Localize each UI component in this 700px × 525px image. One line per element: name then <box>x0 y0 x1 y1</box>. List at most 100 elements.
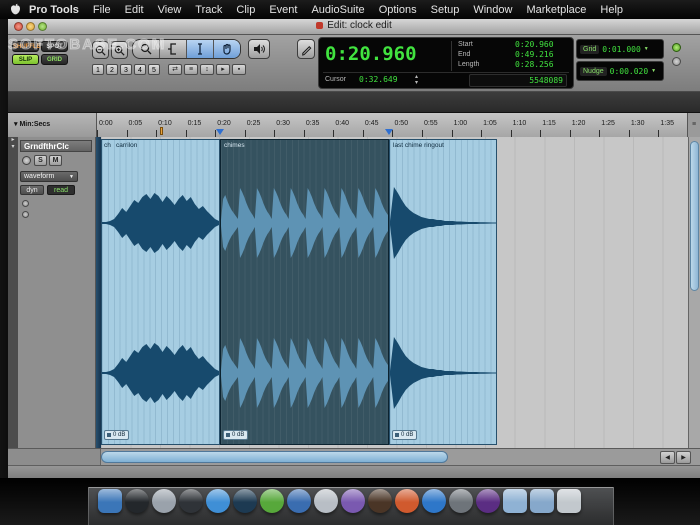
solo-button[interactable]: S <box>34 155 47 166</box>
pro-tools-icon[interactable] <box>476 489 500 513</box>
track-list-strip[interactable]: ▸ ▾ <box>8 137 18 448</box>
menu-item[interactable]: Pro Tools <box>29 4 79 16</box>
app-icon-purple[interactable] <box>341 489 365 513</box>
menu-item[interactable]: Help <box>600 4 623 16</box>
trash-icon[interactable] <box>557 489 581 513</box>
track-option-dot[interactable] <box>22 211 29 218</box>
spot-mode-button[interactable]: SPOT <box>41 41 68 52</box>
sub-counter-value[interactable]: 5548089 <box>529 76 563 85</box>
app-icon-dark[interactable] <box>179 489 203 513</box>
menu-item[interactable]: Event <box>269 4 297 16</box>
selection-end-marker[interactable] <box>385 129 393 135</box>
trim-tool-button[interactable] <box>160 40 187 58</box>
toolbar-toggle-button[interactable]: ⇄ <box>168 64 182 75</box>
menu-item[interactable]: Track <box>195 4 222 16</box>
zoomer-tool-button[interactable] <box>133 40 160 58</box>
itunes-icon[interactable] <box>260 489 284 513</box>
timeline-ruler[interactable]: ▾ Min:Secs 0:00 0:05 0:10 0:15 0:20 0:25 0:30 0… <box>8 113 700 138</box>
mute-button[interactable]: M <box>49 155 62 166</box>
record-enable-button[interactable] <box>22 156 31 165</box>
read-mode-button[interactable]: read <box>47 185 75 195</box>
nudge-dropdown-arrow[interactable]: ▼ <box>651 68 656 74</box>
selector-tool-button[interactable] <box>187 40 214 58</box>
scrubber-tool-button[interactable] <box>248 39 270 59</box>
track-name[interactable]: GrndfthrClc <box>20 140 92 152</box>
dashboard-icon[interactable] <box>125 489 149 513</box>
scroll-right-button[interactable]: ▶ <box>676 451 691 464</box>
folder-icon[interactable] <box>503 489 527 513</box>
finder-icon[interactable] <box>98 489 122 513</box>
track-option-dot[interactable] <box>22 200 29 207</box>
grabber-tool-button[interactable] <box>214 40 240 58</box>
horizontal-scroll-thumb[interactable] <box>101 451 448 463</box>
grid-value[interactable]: 0:01.000 <box>602 45 641 54</box>
menu-item[interactable]: Window <box>473 4 512 16</box>
grid-label[interactable]: Grid <box>580 44 600 54</box>
app-icon-navy[interactable] <box>233 489 257 513</box>
toolbar-toggle-button[interactable]: ▪ <box>232 64 246 75</box>
zoom-in-button[interactable] <box>111 41 128 59</box>
menu-item[interactable]: Clip <box>236 4 255 16</box>
clip-gain-badge[interactable]: 0 dB <box>223 430 249 440</box>
launchpad-icon[interactable] <box>152 489 176 513</box>
nudge-display: Nudge 0:00.020 ▼ <box>576 61 664 81</box>
menu-item[interactable]: Marketplace <box>526 4 586 16</box>
ruler-tick: 1:20 <box>569 113 600 137</box>
toolbar-toggle-button[interactable]: ▸ <box>216 64 230 75</box>
nudge-value[interactable]: 0:00.020 <box>610 67 649 76</box>
app-icon-gray[interactable] <box>449 489 473 513</box>
app-icon-orange[interactable] <box>395 489 419 513</box>
menu-item[interactable]: View <box>158 4 182 16</box>
end-value[interactable]: 0:49.216 <box>515 50 554 59</box>
ruler-options-button[interactable]: ≡ <box>687 113 700 137</box>
slip-mode-button[interactable]: SLIP <box>12 54 39 65</box>
main-time-counter[interactable]: 0:20.960 <box>325 43 417 65</box>
audio-region-ringout[interactable]: last chime ringout 0 dB <box>389 139 497 445</box>
toolbar-toggle-button[interactable]: ≡ <box>184 64 198 75</box>
audio-region-chimes-selected[interactable]: chimes 0 dB <box>220 139 389 445</box>
toolbar-toggle-button[interactable]: ↕ <box>200 64 214 75</box>
ruler-tick: 0:25 <box>244 113 275 137</box>
memory-location-marker[interactable] <box>160 127 163 135</box>
vertical-scrollbar[interactable] <box>688 137 700 448</box>
zoom-preset-button[interactable]: 4 <box>134 64 146 75</box>
menu-item[interactable]: AudioSuite <box>311 4 364 16</box>
garageband-icon[interactable] <box>368 489 392 513</box>
app-icon-azure[interactable] <box>422 489 446 513</box>
zoom-preset-button[interactable]: 1 <box>92 64 104 75</box>
counter-arrows[interactable]: ▴ ▾ <box>415 74 418 86</box>
nudge-label[interactable]: Nudge <box>580 66 607 76</box>
length-value[interactable]: 0:28.256 <box>515 60 554 69</box>
apple-menu-icon[interactable] <box>10 3 21 16</box>
menu-item[interactable]: Options <box>379 4 417 16</box>
vertical-scroll-thumb[interactable] <box>690 141 699 291</box>
scroll-left-button[interactable]: ◀ <box>660 451 675 464</box>
menu-item[interactable]: File <box>93 4 111 16</box>
start-value[interactable]: 0:20.960 <box>515 40 554 49</box>
shuffle-mode-button[interactable]: SHUFFLE <box>12 41 41 52</box>
selection-start-marker[interactable] <box>216 129 224 135</box>
automation-mode-button[interactable]: dyn <box>20 185 44 195</box>
app-icon-blue[interactable] <box>287 489 311 513</box>
aux-knob[interactable] <box>672 57 681 66</box>
track-view-selector[interactable]: waveform ▼ <box>20 171 78 182</box>
ruler-unit-header[interactable]: ▾ Min:Secs <box>8 113 97 137</box>
safari-icon[interactable] <box>206 489 230 513</box>
grid-mode-button[interactable]: GRID <box>41 54 68 65</box>
clips-area[interactable]: ch carrilon 0 dB chimes 0 dB last chime … <box>101 137 688 448</box>
app-icon-silver[interactable] <box>314 489 338 513</box>
grid-dropdown-arrow[interactable]: ▼ <box>644 46 649 52</box>
window-title-bar[interactable]: Edit: clock edit <box>8 19 700 35</box>
folder-icon[interactable] <box>530 489 554 513</box>
menu-item[interactable]: Edit <box>125 4 144 16</box>
horizontal-scrollbar[interactable]: ◀ ▶ <box>8 448 700 466</box>
zoom-out-button[interactable] <box>92 41 109 59</box>
audio-region-carrilon[interactable]: ch carrilon 0 dB <box>101 139 220 445</box>
zoom-preset-button[interactable]: 3 <box>120 64 132 75</box>
zoom-preset-button[interactable]: 2 <box>106 64 118 75</box>
clip-gain-badge[interactable]: 0 dB <box>104 430 130 440</box>
pencil-tool-button[interactable] <box>297 39 315 59</box>
menu-item[interactable]: Setup <box>431 4 460 16</box>
zoom-preset-button[interactable]: 5 <box>148 64 160 75</box>
clip-gain-badge[interactable]: 0 dB <box>392 430 418 440</box>
